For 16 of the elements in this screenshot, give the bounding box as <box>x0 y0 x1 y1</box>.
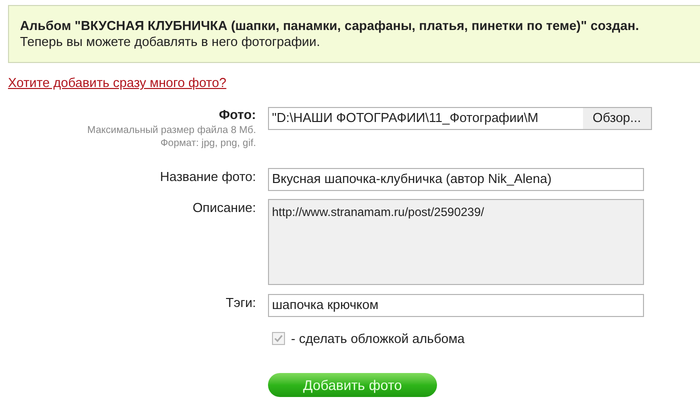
field-label: Название фото: <box>159 168 256 186</box>
notice-text: Теперь вы можете добавлять в него фотографии. <box>20 34 322 50</box>
size-hint: Максимальный размер файла 8 Мб. <box>87 124 256 136</box>
text-field[interactable]: шапочка крючком <box>268 294 644 316</box>
format-hint: Формат: jpg, png, gif. <box>160 136 256 150</box>
text-field[interactable]: Вкусная шапочка-клубничка (автор Nik_Alena) <box>268 168 644 190</box>
photo-label: Фото: <box>218 106 256 122</box>
field-label: Тэги: <box>224 294 256 312</box>
bulk-upload-link[interactable]: Хотите добавить сразу много фото? <box>8 75 226 90</box>
cover-label: - сделать обложкой альбома <box>291 330 465 348</box>
field-label: Описание: <box>192 198 256 216</box>
description-field[interactable]: http://www.stranamam.ru/post/2590239/ <box>268 198 644 284</box>
browse-button[interactable]: Обзор... <box>582 108 651 128</box>
check-icon <box>274 334 283 343</box>
notice-title: Альбом "ВКУСНАЯ КЛУБНИЧКА (шапки, панамки, сарафаны, платья, пинетки по теме)" создан. <box>20 18 640 34</box>
file-field[interactable]: "D:\НАШИ ФОТОГРАФИИ\11_Фотографии\M Обзор... <box>268 106 652 130</box>
